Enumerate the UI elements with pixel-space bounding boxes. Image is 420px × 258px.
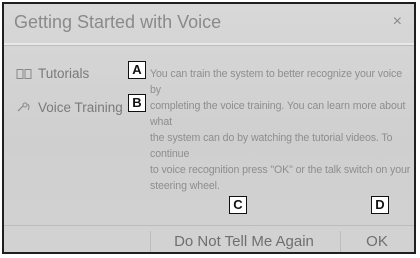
- callout-label-d: D: [371, 196, 389, 214]
- instructions-text: You can train the system to better recog…: [150, 66, 412, 194]
- instructions-line: You can train the system to better recog…: [150, 68, 403, 96]
- dialog-window: Getting Started with Voice × Tutorials V…: [2, 2, 416, 254]
- sidebar-item-label: Tutorials: [38, 66, 90, 81]
- callout-label-a: A: [128, 61, 146, 79]
- title-divider: [4, 43, 414, 46]
- instructions-line: completing the voice training. You can l…: [150, 100, 406, 128]
- callout-label-b: B: [128, 94, 146, 112]
- sidebar-item-label: Voice Training: [38, 100, 123, 115]
- sidebar-item-tutorials[interactable]: Tutorials: [16, 66, 89, 81]
- instructions-line: the system can do by watching the tutori…: [150, 132, 393, 160]
- instructions-line: steering wheel.: [150, 180, 220, 192]
- ok-button[interactable]: OK: [340, 226, 414, 252]
- dialog-title: Getting Started with Voice: [14, 12, 222, 32]
- close-icon[interactable]: ×: [393, 14, 402, 30]
- voice-training-icon: [16, 102, 32, 114]
- do-not-tell-again-button[interactable]: Do Not Tell Me Again: [150, 226, 338, 252]
- callout-label-c: C: [229, 196, 247, 214]
- sidebar-item-voice-training[interactable]: Voice Training: [16, 100, 123, 115]
- book-icon: [16, 68, 32, 80]
- instructions-line: to voice recognition press "OK" or the t…: [150, 164, 411, 176]
